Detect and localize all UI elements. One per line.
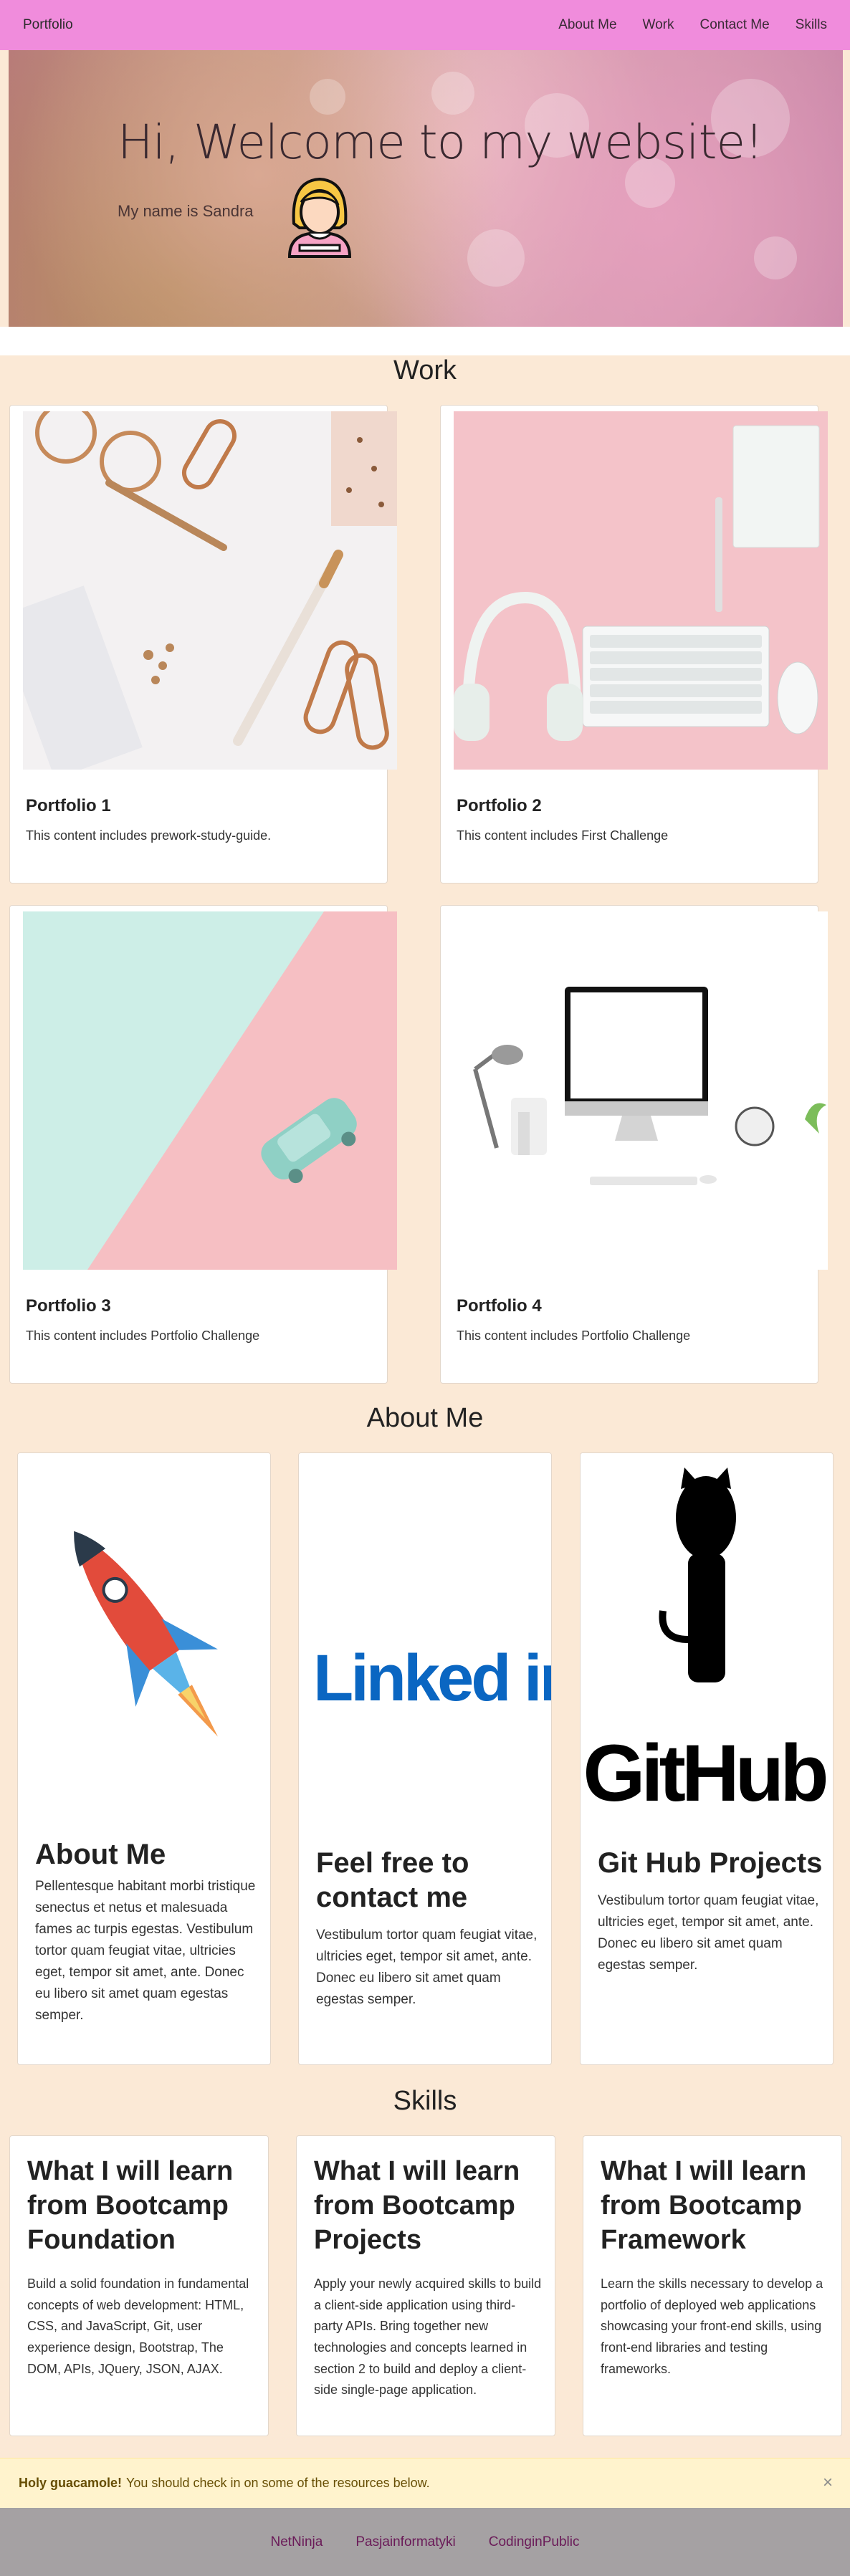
navbar: Portfolio About Me Work Contact Me Skill… [0, 0, 850, 50]
work-card-3[interactable]: Portfolio 3 This content includes Portfo… [9, 905, 397, 1384]
bokeh-light [431, 72, 474, 115]
pastel-car-image [23, 911, 397, 1270]
hero-gap [0, 327, 850, 355]
work-heading: Work [393, 355, 457, 386]
work-card-4[interactable]: Portfolio 4 This content includes Portfo… [440, 905, 828, 1384]
footer-link-netninja[interactable]: NetNinja [270, 2534, 323, 2550]
skill-card-2: What I will learn from Bootcamp Projects… [296, 2135, 555, 2436]
work-card-title: Portfolio 4 [457, 1296, 542, 1316]
github-logo-text: GitHub [583, 1728, 826, 1818]
brand-link[interactable]: Portfolio [23, 17, 73, 33]
footer: NetNinja Pasjainformatyki CodinginPublic [0, 2508, 850, 2576]
rocket-icon [18, 1453, 270, 1826]
skill-card-title: What I will learn from Bootcamp Foundati… [27, 2156, 234, 2255]
keyboard-headphones-image [454, 411, 828, 770]
hero-subtitle: My name is Sandra [118, 202, 254, 220]
bokeh-light [310, 79, 345, 115]
skill-card-1: What I will learn from Bootcamp Foundati… [9, 2135, 269, 2436]
footer-link-codinginpublic[interactable]: CodinginPublic [489, 2534, 580, 2550]
alert-strong-text: Holy guacamole! [19, 2476, 123, 2490]
skill-card-text: Learn the skills necessary to develop a … [601, 2276, 823, 2376]
skill-card-text: Build a solid foundation in fundamental … [27, 2276, 249, 2376]
desk-supplies-image [23, 411, 397, 770]
skills-heading: Skills [393, 2086, 457, 2116]
linkedin-logo-icon[interactable]: Linked in [299, 1453, 552, 1826]
about-card-title: About Me [35, 1839, 166, 1870]
work-card-title: Portfolio 3 [26, 1296, 111, 1316]
work-card-1[interactable]: Portfolio 1 This content includes prewor… [9, 405, 397, 884]
about-heading: About Me [366, 1403, 484, 1433]
skill-card-3: What I will learn from Bootcamp Framewor… [583, 2135, 842, 2436]
nav-links: About Me Work Contact Me Skills [558, 17, 827, 33]
avatar-icon [287, 177, 352, 258]
linkedin-logo-text: Linked in [313, 1642, 552, 1715]
work-card-text: This content includes First Challenge [457, 828, 669, 843]
nav-link-contact-me[interactable]: Contact Me [700, 17, 770, 33]
close-icon[interactable]: × [823, 2473, 833, 2493]
desktop-computer-image [454, 911, 828, 1270]
about-card-1: About Me Pellentesque habitant morbi tri… [17, 1452, 271, 2065]
hero-title: Hi, Welcome to my website! [118, 115, 764, 170]
alert-message: You should check in on some of the resou… [126, 2476, 430, 2490]
skill-card-title: What I will learn from Bootcamp Framewor… [601, 2156, 807, 2255]
about-card-2: Linked in Feel free to contact me Vestib… [298, 1452, 552, 2065]
work-card-text: This content includes Portfolio Challeng… [26, 1328, 260, 1343]
work-card-text: This content includes Portfolio Challeng… [457, 1328, 691, 1343]
about-card-3: GitHub Git Hub Projects Vestibulum torto… [580, 1452, 834, 2065]
about-card-text: Vestibulum tortor quam feugiat vitae, ul… [316, 1928, 538, 2008]
nav-link-work[interactable]: Work [643, 17, 674, 33]
work-card-2[interactable]: Portfolio 2 This content includes First … [440, 405, 828, 884]
nav-link-about-me[interactable]: About Me [558, 17, 616, 33]
github-logo-icon[interactable]: GitHub [581, 1453, 834, 1826]
skill-card-title: What I will learn from Bootcamp Projects [314, 2156, 520, 2255]
work-card-text: This content includes prework-study-guid… [26, 828, 272, 843]
about-card-title: Feel free to contact me [316, 1847, 469, 1913]
skill-card-text: Apply your newly acquired skills to buil… [314, 2276, 542, 2398]
work-card-title: Portfolio 1 [26, 796, 111, 815]
about-card-text: Pellentesque habitant morbi tristique se… [35, 1879, 256, 2024]
bokeh-light [754, 236, 797, 279]
hero-banner: Hi, Welcome to my website! My name is Sa… [9, 50, 843, 327]
nav-link-skills[interactable]: Skills [796, 17, 827, 33]
warning-alert: Holy guacamole! You should check in on s… [0, 2458, 850, 2508]
footer-link-pasjainformatyki[interactable]: Pasjainformatyki [355, 2534, 455, 2550]
about-card-title: Git Hub Projects [598, 1847, 823, 1879]
bokeh-light [467, 229, 525, 287]
work-card-title: Portfolio 2 [457, 796, 542, 815]
about-card-text: Vestibulum tortor quam feugiat vitae, ul… [598, 1893, 819, 1973]
